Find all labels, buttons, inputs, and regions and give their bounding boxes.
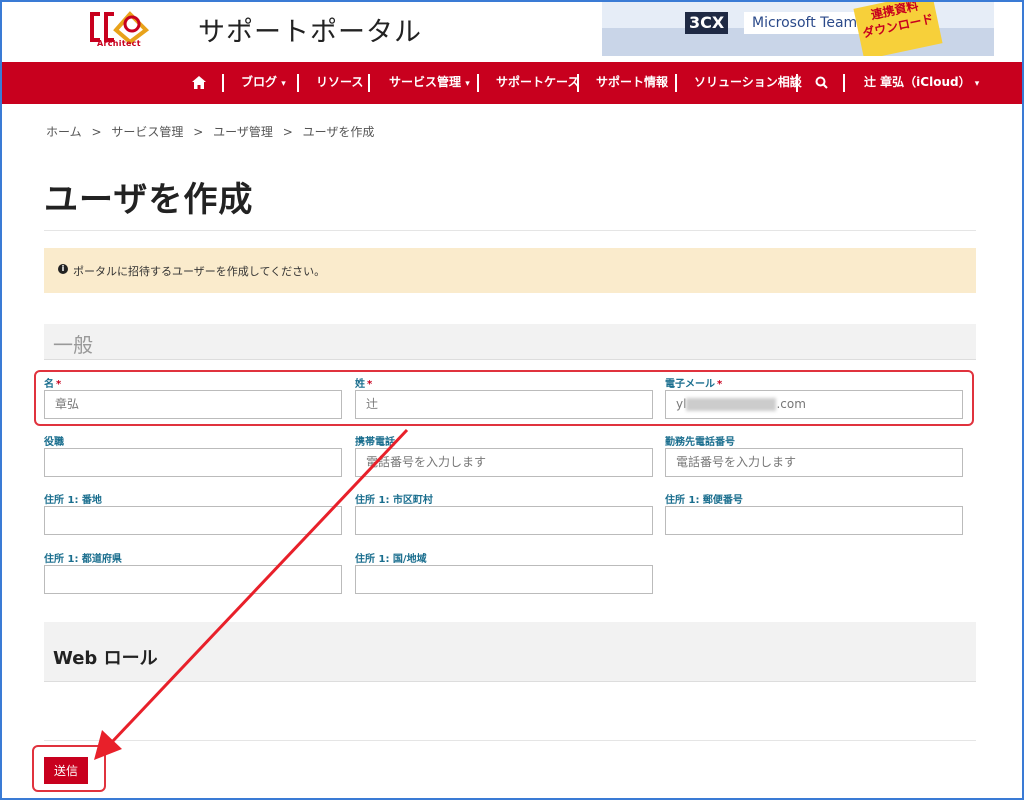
section-general-title: 一般 [53,333,93,357]
nav-service-label: サービス管理 [389,75,462,89]
banner-teams-label: Microsoft Teams [744,12,873,34]
required-marker: * [367,379,373,390]
last-name-input[interactable]: 辻 [355,390,653,419]
nav-home[interactable] [192,62,206,104]
nav-blog-label: ブログ [241,75,278,89]
nav-user-label: 辻 章弘（iCloud） [864,75,971,89]
country-input[interactable] [355,565,653,594]
first-name-input[interactable]: 章弘 [44,390,342,419]
email-label-text: 電子メール [665,379,715,390]
nav-separator [368,74,370,92]
nav-search[interactable] [815,62,828,104]
nav-resources[interactable]: リソース [316,62,363,104]
nav-service-management[interactable]: サービス管理 ▾ [389,62,470,104]
redacted-blur [686,398,777,411]
breadcrumb-separator: > [91,125,102,139]
breadcrumb-service-management[interactable]: サービス管理 [111,125,183,139]
email-label: 電子メール * [665,375,722,390]
work-phone-input[interactable]: 電話番号を入力します [665,448,963,477]
breadcrumb-separator: > [282,125,293,139]
nav-separator [796,74,798,92]
email-value-suffix: .com [776,397,806,411]
nav-separator [843,74,845,92]
breadcrumb-separator: > [193,125,204,139]
first-name-label-text: 名 [44,379,54,390]
required-marker: * [56,379,62,390]
search-icon [815,76,828,89]
mobile-phone-label: 携帯電話 [355,437,395,448]
street-input[interactable] [44,506,342,535]
postal-code-input[interactable] [665,506,963,535]
job-title-label: 役職 [44,437,64,448]
notice-text: ポータルに招待するユーザーを作成してください。 [73,265,326,278]
home-icon [192,76,206,89]
nav-separator [675,74,677,92]
submit-button[interactable]: 送信 [44,757,88,784]
last-name-label: 姓 * [355,375,372,390]
nav-solution-consult[interactable]: ソリューション相談 [694,62,802,104]
banner-3cx-label: 3CX [685,12,729,34]
section-general-header: 一般 [44,324,976,360]
site-title[interactable]: サポートポータル [198,10,422,49]
mobile-phone-input[interactable]: 電話番号を入力します [355,448,653,477]
site-header: Architect サポートポータル 3CX Microsoft Teams 連… [0,0,1024,60]
country-label: 住所 1: 国/地域 [355,554,427,565]
postal-code-label: 住所 1: 郵便番号 [665,495,743,506]
email-value-prefix: yl [676,397,687,411]
state-input[interactable] [44,565,342,594]
nav-user-menu[interactable]: 辻 章弘（iCloud） ▾ [864,62,979,104]
job-title-input[interactable] [44,448,342,477]
chevron-down-icon: ▾ [281,79,286,89]
city-label: 住所 1: 市区町村 [355,495,433,506]
nav-separator [577,74,579,92]
nav-separator [297,74,299,92]
breadcrumb-home[interactable]: ホーム [46,125,82,139]
first-name-label: 名 * [44,375,61,390]
chevron-down-icon: ▾ [974,79,980,89]
nav-support-info[interactable]: サポート情報 [596,62,668,104]
email-input[interactable]: yl .com [665,390,963,419]
city-input[interactable] [355,506,653,535]
nav-separator [222,74,224,92]
breadcrumb-user-management[interactable]: ユーザ管理 [213,125,273,139]
work-phone-label: 勤務先電話番号 [665,437,735,448]
main-nav: ブログ ▾ リソース サービス管理 ▾ サポートケース サポート情報 ソリューシ… [0,62,1024,104]
section-web-role-title: Web ロール [53,648,158,669]
street-label: 住所 1: 番地 [44,495,102,506]
chevron-down-icon: ▾ [465,79,470,89]
breadcrumb-current: ユーザを作成 [302,125,375,139]
nav-separator [477,74,479,92]
info-notice: i ポータルに招待するユーザーを作成してください。 [44,248,976,293]
nav-blog[interactable]: ブログ ▾ [241,62,286,104]
logo-text: Architect [97,39,141,48]
teams-3cx-banner[interactable]: 3CX Microsoft Teams 連携資料 ダウンロード [602,0,994,56]
page-title: ユーザを作成 [44,180,254,220]
nav-support-cases[interactable]: サポートケース [496,62,579,104]
section-web-role-header: Web ロール [44,622,976,682]
divider [44,230,976,231]
last-name-label-text: 姓 [355,379,365,390]
divider [44,740,976,741]
info-icon: i [58,264,68,274]
state-label: 住所 1: 都道府県 [44,554,122,565]
breadcrumb: ホーム > サービス管理 > ユーザ管理 > ユーザを作成 [46,123,380,140]
required-marker: * [717,379,723,390]
